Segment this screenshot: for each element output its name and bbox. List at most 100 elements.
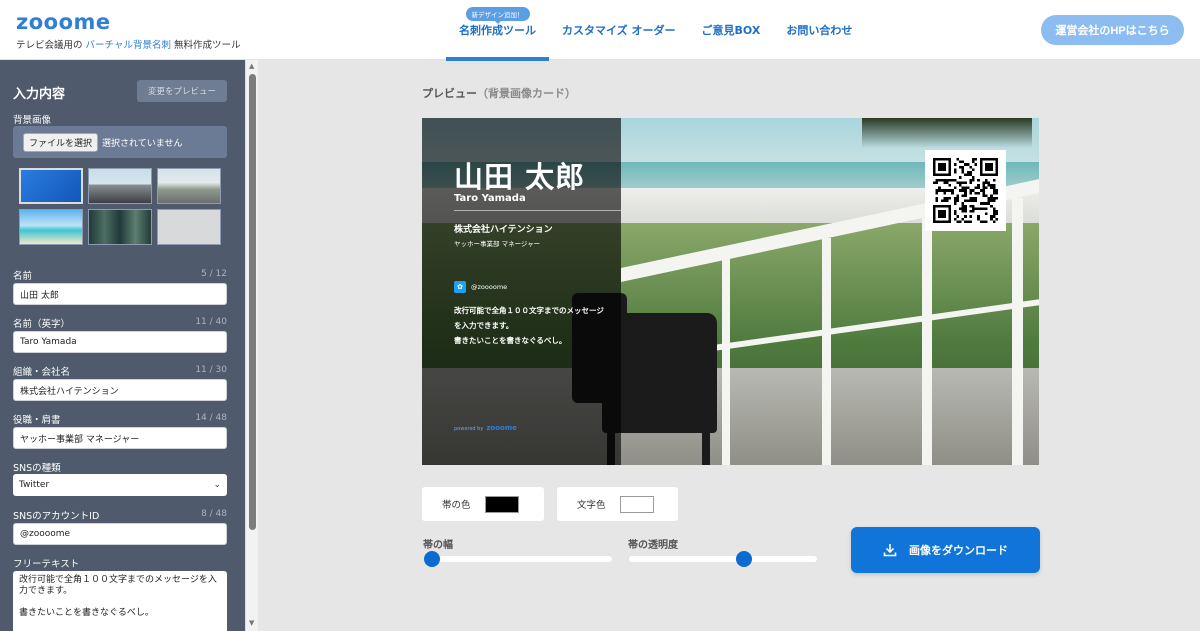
band-color-swatch[interactable]	[484, 495, 519, 513]
sidebar-scrollbar[interactable]: ▲ ▼	[245, 60, 258, 631]
qr-module	[977, 191, 980, 195]
background-thumb-forest[interactable]	[88, 209, 152, 245]
qr-module	[982, 194, 985, 197]
card-message-line: 書きたいことを書きなぐるべし。	[454, 336, 567, 345]
qr-module	[966, 199, 970, 203]
powered-brand: zooome	[486, 424, 517, 432]
qr-module	[972, 189, 975, 192]
file-input[interactable]: ファイルを選択 選択されていません	[13, 126, 227, 158]
qr-module	[943, 199, 946, 203]
qr-module	[969, 181, 972, 184]
name-input[interactable]: 山田 太郎	[13, 283, 227, 305]
qr-module	[979, 220, 983, 223]
qr-module	[961, 165, 965, 169]
scroll-up-icon[interactable]: ▲	[249, 62, 254, 70]
qr-module	[966, 173, 970, 177]
background-thumb-office[interactable]	[88, 168, 152, 204]
position-input[interactable]: ヤッホー事業部 マネージャー	[13, 427, 227, 449]
download-image-button[interactable]: 画像をダウンロード	[851, 527, 1040, 573]
preview-changes-button[interactable]: 変更をプレビュー	[137, 80, 227, 102]
qr-module	[948, 197, 952, 200]
background-thumb-beach[interactable]	[19, 209, 83, 245]
nav-feedback-box[interactable]: ご意見BOX	[689, 0, 774, 60]
zooome-logo[interactable]: zooome	[16, 10, 111, 34]
top-header: zooome テレビ会議用の バーチャル背景名刺 無料作成ツール 新デザイン追加…	[0, 0, 1200, 61]
qr-module	[995, 197, 998, 200]
nav-card-tool-label: 名刺作成ツール	[459, 24, 536, 37]
qr-module	[974, 163, 978, 166]
band-color-control[interactable]: 帯の色	[422, 487, 544, 521]
qr-module	[959, 176, 962, 179]
name-en-input[interactable]: Taro Yamada	[13, 331, 227, 353]
qr-module	[964, 181, 967, 184]
qr-module	[992, 186, 996, 190]
qr-module	[956, 158, 959, 161]
preview-title: プレビュー（背景画像カード）	[422, 85, 576, 101]
org-input[interactable]: 株式会社ハイテンション	[13, 379, 227, 401]
qr-code-graphic	[933, 158, 998, 223]
qr-module	[966, 186, 970, 190]
text-color-label: 文字色	[577, 500, 606, 511]
qr-module	[985, 207, 988, 210]
qr-module	[946, 181, 949, 184]
photo-chair-leg-2	[702, 418, 710, 465]
company-hp-button[interactable]: 運営会社のHPはこちら	[1041, 15, 1184, 45]
qr-module	[972, 207, 975, 210]
text-color-control[interactable]: 文字色	[557, 487, 678, 521]
qr-module	[977, 184, 980, 187]
nav-feedback-box-label: ご意見BOX	[701, 24, 761, 37]
qr-module	[946, 197, 949, 200]
qr-module	[987, 184, 991, 187]
preview-title-main: プレビュー	[422, 87, 477, 100]
photo-rail-post-2	[822, 238, 831, 465]
qr-module	[985, 186, 988, 190]
sns-id-label: SNSのアカウントID	[13, 511, 100, 522]
sns-id-input[interactable]: @zoooome	[13, 523, 227, 545]
sidebar-title: 入力内容	[13, 87, 66, 102]
qr-module	[979, 207, 983, 210]
qr-module	[990, 217, 993, 221]
qr-module	[961, 217, 965, 221]
background-thumb-paper[interactable]	[157, 209, 221, 245]
background-thumb-balcony[interactable]	[157, 168, 221, 204]
nav-custom-order[interactable]: カスタマイズ オーダー	[549, 0, 689, 60]
qr-module	[964, 163, 967, 166]
text-color-swatch[interactable]	[619, 495, 654, 513]
qr-module	[961, 204, 965, 208]
band-width-track[interactable]	[424, 556, 612, 562]
band-opacity-thumb[interactable]	[735, 551, 752, 567]
qr-module	[940, 199, 944, 203]
powered-by: powered by zooome	[454, 424, 517, 432]
qr-module	[946, 178, 949, 182]
qr-module	[974, 199, 978, 203]
qr-module	[966, 171, 970, 174]
qr-module	[972, 204, 975, 208]
band-opacity-label: 帯の透明度	[628, 540, 678, 551]
qr-module	[953, 197, 957, 200]
choose-file-button[interactable]: ファイルを選択	[23, 132, 99, 152]
qr-module	[935, 189, 939, 192]
scroll-down-icon[interactable]: ▼	[249, 619, 254, 627]
qr-module	[987, 181, 991, 184]
background-thumb-blue[interactable]	[19, 168, 83, 204]
qr-module	[961, 207, 965, 210]
nav-card-tool[interactable]: 新デザイン追加！ 名刺作成ツール	[446, 0, 549, 61]
band-width-thumb[interactable]	[424, 551, 440, 567]
free-text-textarea[interactable]: 改行可能で全角１００文字までのメッセージを入力できます。 書きたいことを書きなぐ…	[13, 571, 227, 631]
qr-module	[953, 212, 957, 216]
qr-module	[961, 160, 965, 164]
qr-module	[943, 181, 946, 184]
name-en-counter: 11 / 40	[195, 317, 227, 327]
sns-type-select[interactable]: Twitter ⌄	[13, 474, 227, 496]
scroll-thumb[interactable]	[249, 74, 256, 530]
band-opacity-track[interactable]	[629, 556, 817, 562]
qr-module	[990, 194, 993, 197]
qr-module	[953, 202, 957, 205]
nav-contact[interactable]: お問い合わせ	[773, 0, 865, 60]
qr-module	[969, 199, 972, 203]
band-width-label: 帯の幅	[423, 540, 453, 551]
qr-module	[964, 204, 967, 208]
qr-module	[959, 184, 962, 187]
twitter-icon: ✿	[454, 281, 466, 293]
new-design-badge: 新デザイン追加！	[465, 7, 530, 24]
